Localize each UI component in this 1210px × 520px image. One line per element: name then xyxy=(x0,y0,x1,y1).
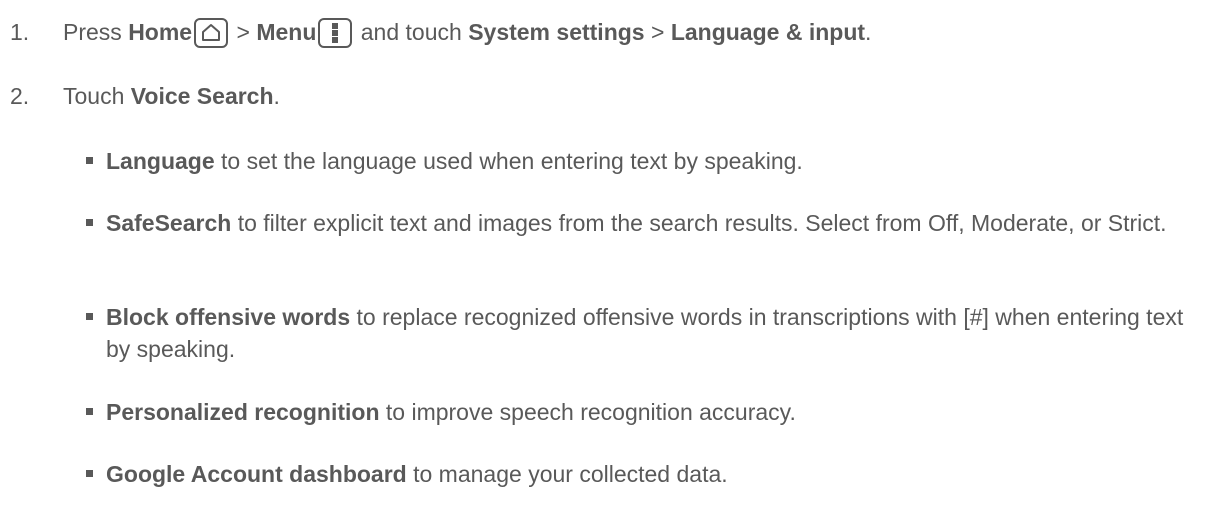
bullet-term: Language xyxy=(106,148,215,174)
bullet-desc: to filter explicit text and images from … xyxy=(231,210,1167,236)
language-input-label: Language & input xyxy=(670,19,866,45)
bullet-term: Personalized recognition xyxy=(106,399,380,425)
bullet-square-icon xyxy=(86,408,93,415)
bullet-square-icon xyxy=(86,470,93,477)
text-segment: > xyxy=(230,19,257,45)
bullet-square-icon xyxy=(86,313,93,320)
bullet-text: Personalized recognition to improve spee… xyxy=(106,396,1201,428)
bullet-term: SafeSearch xyxy=(106,210,232,236)
bullet-term: Block offensive words xyxy=(106,304,351,330)
bullet-desc: to manage your collected data. xyxy=(406,461,728,487)
bullet-text: Language to set the language used when e… xyxy=(106,145,1201,177)
step-text: Press Home > Menu and touch System setti… xyxy=(63,16,871,48)
text-segment: > xyxy=(644,19,671,45)
bullet-text: SafeSearch to filter explicit text and i… xyxy=(106,207,1201,239)
text-segment: . xyxy=(273,83,280,109)
bullet-desc: to improve speech recognition accuracy. xyxy=(379,399,796,425)
text-segment: Touch xyxy=(63,83,131,109)
system-settings-label: System settings xyxy=(468,19,645,45)
bullet-text: Google Account dashboard to manage your … xyxy=(106,458,1201,490)
bullet-square-icon xyxy=(86,219,93,226)
bullet-desc: to set the language used when entering t… xyxy=(214,148,803,174)
text-segment: . xyxy=(865,19,872,45)
voice-search-label: Voice Search xyxy=(130,83,274,109)
text-segment: and touch xyxy=(354,19,469,45)
menu-label: Menu xyxy=(256,19,317,45)
step-number: 1. xyxy=(10,19,30,45)
bullet-text: Block offensive words to replace recogni… xyxy=(106,301,1201,365)
bullet-term: Google Account dashboard xyxy=(106,461,407,487)
text-segment: Press xyxy=(63,19,129,45)
home-icon xyxy=(194,18,229,48)
bullet-square-icon xyxy=(86,157,93,164)
step-number: 2. xyxy=(10,83,30,109)
home-label: Home xyxy=(128,19,193,45)
step-text: Touch Voice Search. xyxy=(63,80,280,112)
menu-icon xyxy=(318,18,353,48)
